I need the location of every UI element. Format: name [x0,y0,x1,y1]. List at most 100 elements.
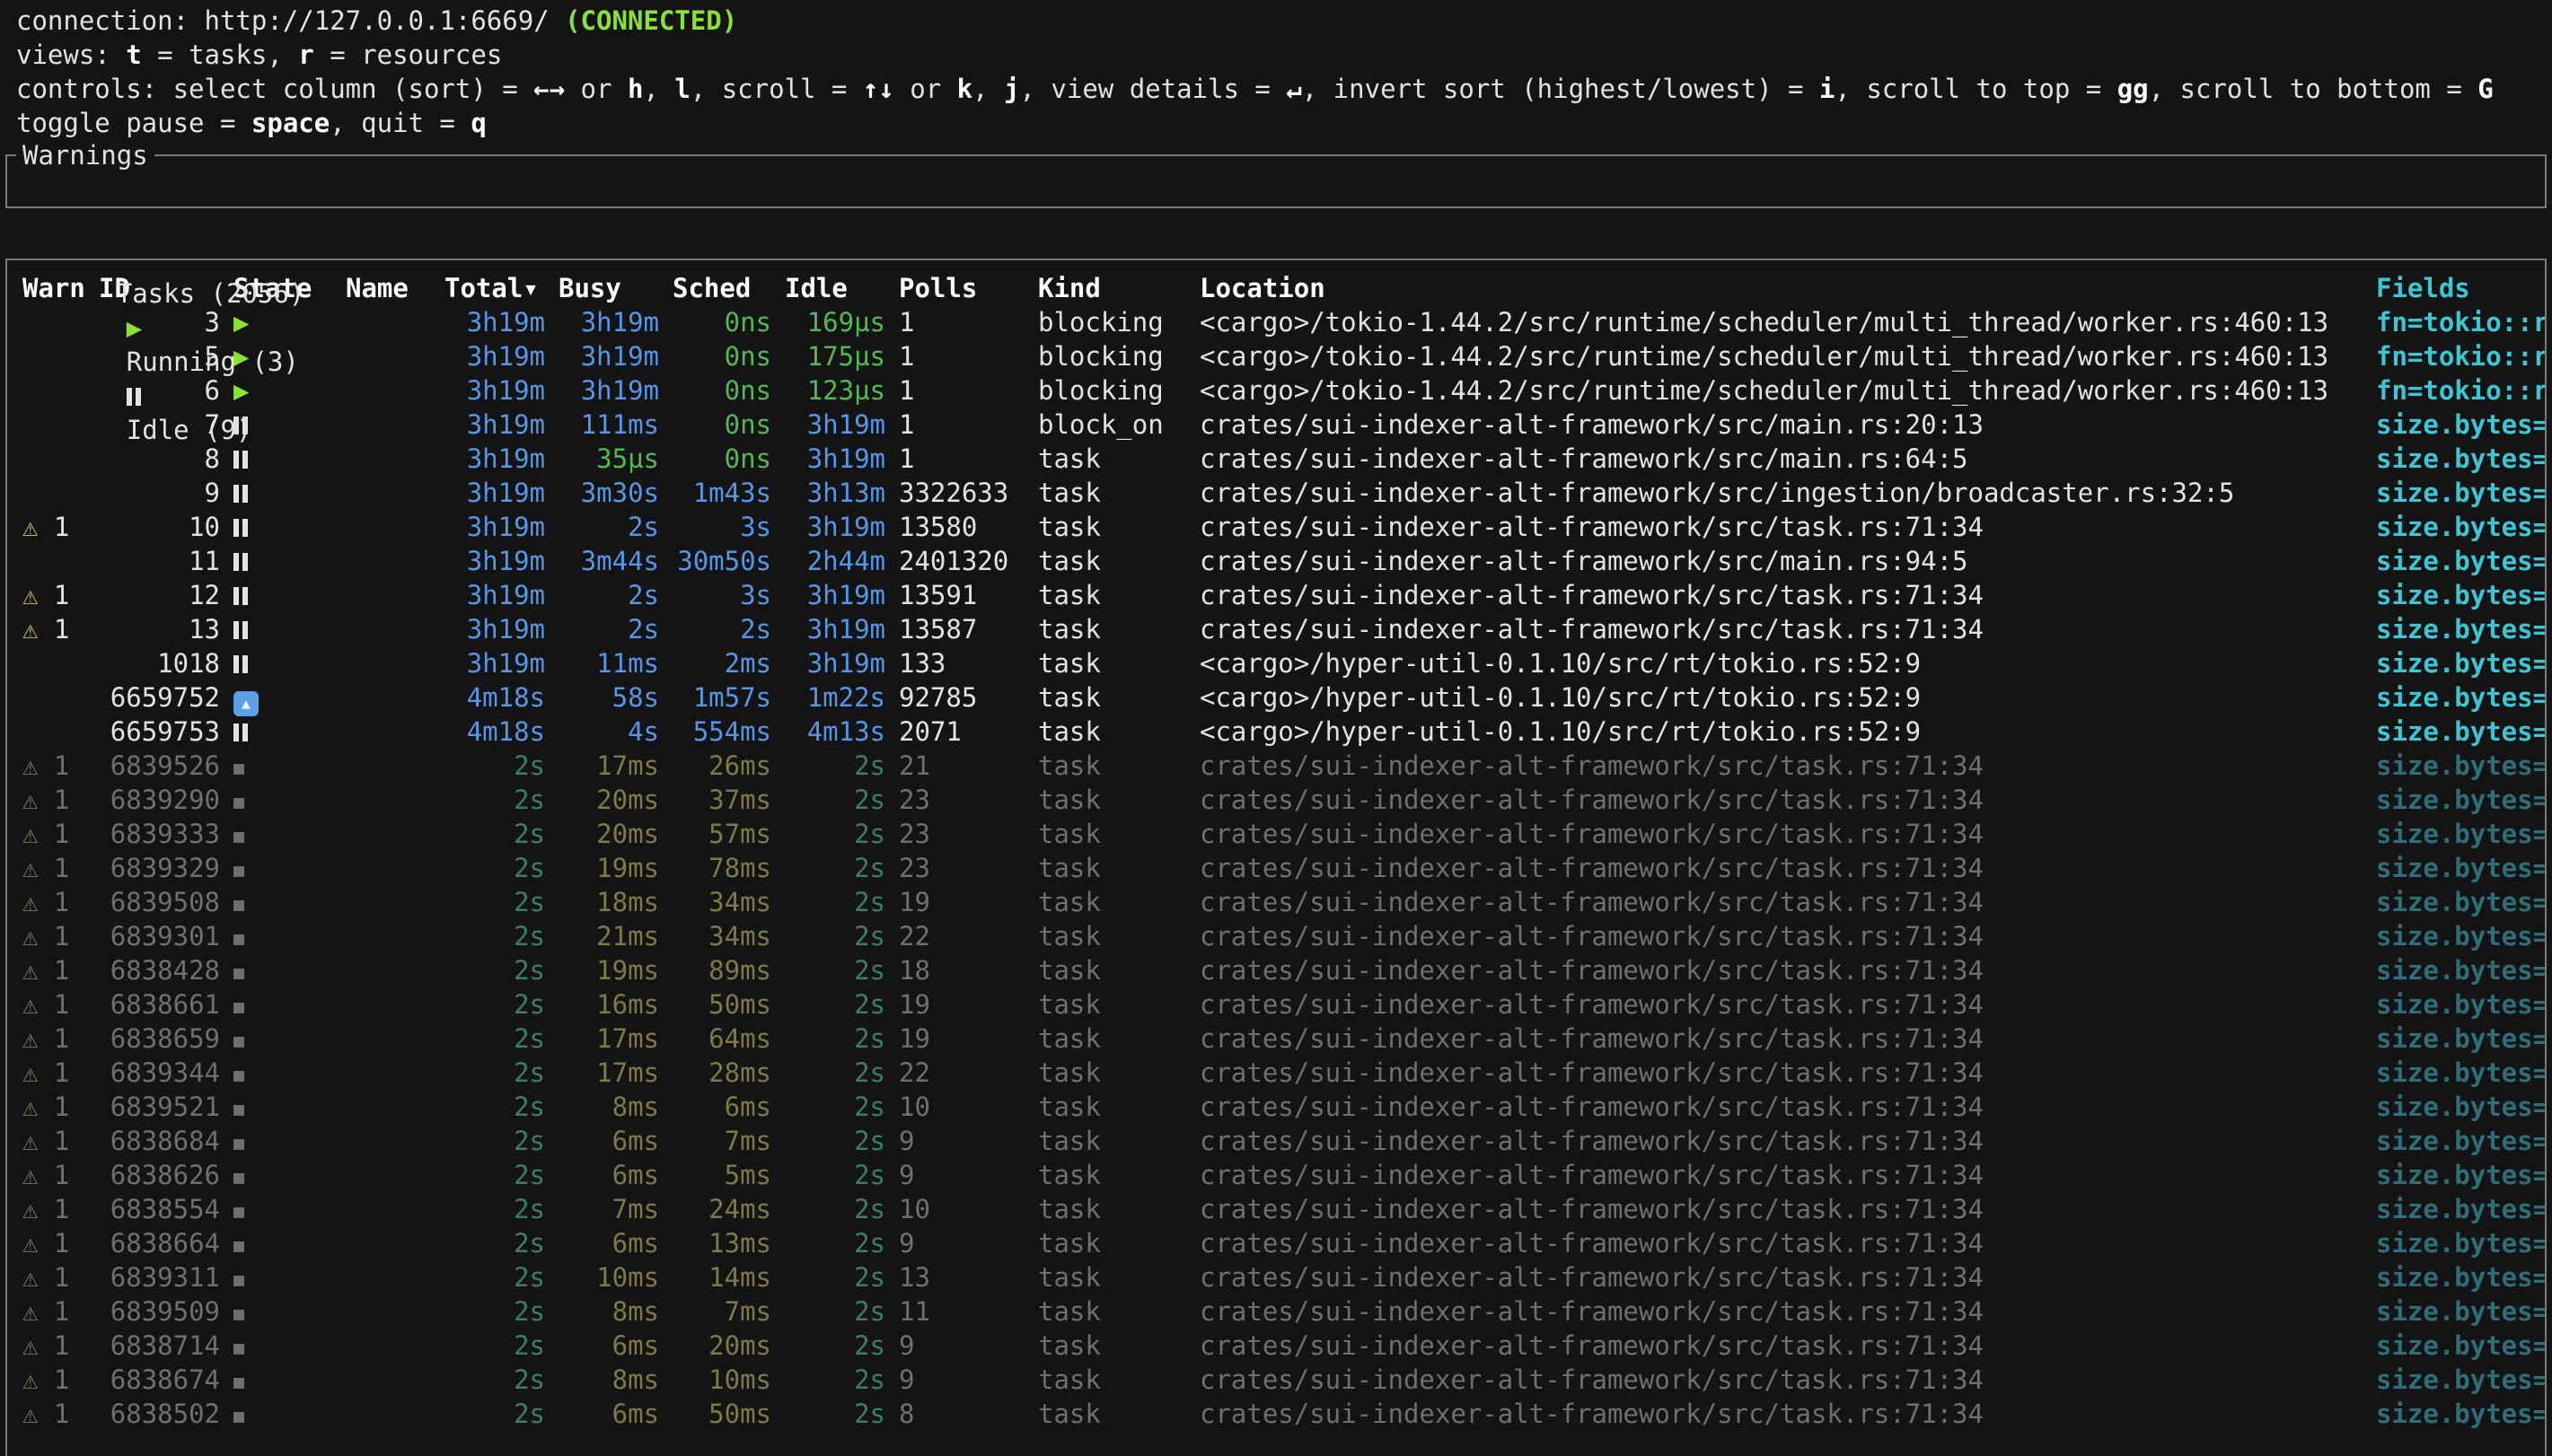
column-header-polls[interactable]: Polls [899,271,1025,305]
cell-total: 3h19m [444,339,545,373]
help-text: , [643,74,674,104]
idle-state-icon [233,553,248,571]
cell-location: crates/sui-indexer-alt-framework/src/tas… [1200,1363,2363,1397]
task-row[interactable]: 66597534m18s4s554ms4m13s2071task<cargo>/… [7,715,2545,749]
cell-id: 6838428 [99,953,220,987]
task-row[interactable]: ⚠ 16839526■2s17ms26ms2s21taskcrates/sui-… [7,749,2545,783]
cell-polls: 92785 [899,680,1025,715]
task-row[interactable]: ⚠ 1133h19m2s2s3h19m13587taskcrates/sui-i… [7,612,2545,646]
cell-location: crates/sui-indexer-alt-framework/src/ing… [1200,476,2363,510]
cell-location: <cargo>/tokio-1.44.2/src/runtime/schedul… [1200,339,2363,373]
column-header-idle[interactable]: Idle [785,271,885,305]
task-row[interactable]: ⚠ 16838664■2s6ms13ms2s9taskcrates/sui-in… [7,1226,2545,1260]
column-header-kind[interactable]: Kind [1038,271,1186,305]
key-hint: ←→ [533,74,565,104]
cell-fields: fn=tokio::r [2376,339,2545,373]
cell-sched: 1m57s [673,680,771,715]
task-row[interactable]: ⚠ 1103h19m2s3s3h19m13580taskcrates/sui-i… [7,510,2545,544]
cell-sched: 10ms [673,1363,771,1397]
cell-kind: task [1038,987,1186,1022]
task-row[interactable]: ⚠ 16838659■2s17ms64ms2s19taskcrates/sui-… [7,1022,2545,1056]
column-header-fields[interactable]: Fields [2376,271,2545,305]
task-row[interactable]: 93h19m3m30s1m43s3h13m3322633taskcrates/s… [7,476,2545,510]
task-row[interactable]: ⚠ 16839329■2s19ms78ms2s23taskcrates/sui-… [7,851,2545,885]
column-header-total[interactable]: Total▾ [444,271,545,305]
task-row[interactable]: ⚠ 16838684■2s6ms7ms2s9taskcrates/sui-ind… [7,1124,2545,1158]
warning-icon: ⚠ [22,819,38,849]
cell-warn: ⚠ 1 [22,783,85,817]
task-row[interactable]: ⚠ 16839509■2s8ms7ms2s11taskcrates/sui-in… [7,1294,2545,1329]
table-header-row: WarnIDStateNameTotal▾BusySchedIdlePollsK… [7,271,2545,305]
cell-id: 9 [99,476,220,510]
cell-busy: 6ms [559,1124,659,1158]
column-header-name[interactable]: Name [346,271,431,305]
task-row[interactable]: ⚠ 16839344■2s17ms28ms2s22taskcrates/sui-… [7,1056,2545,1090]
column-header-location[interactable]: Location [1200,271,2363,305]
task-row[interactable]: ⚠ 16839333■2s20ms57ms2s23taskcrates/sui-… [7,817,2545,851]
cell-location: <cargo>/hyper-util-0.1.10/src/rt/tokio.r… [1200,680,2363,715]
completed-state-icon: ■ [233,825,244,846]
task-row[interactable]: ⚠ 1123h19m2s3s3h19m13591taskcrates/sui-i… [7,578,2545,612]
key-hint: k [957,74,972,104]
task-row[interactable]: ⚠ 16838428■2s19ms89ms2s18taskcrates/sui-… [7,953,2545,987]
cell-id: 1018 [99,646,220,680]
task-row[interactable]: ⚠ 16839521■2s8ms6ms2s10taskcrates/sui-in… [7,1090,2545,1124]
cell-warn: ⚠ 1 [22,1192,85,1226]
cell-idle: 1m22s [785,680,885,715]
cell-sched: 7ms [673,1294,771,1329]
cell-warn: ⚠ 1 [22,1158,85,1192]
cell-state: ■ [233,1021,332,1057]
task-row[interactable]: ⚠ 16838661■2s16ms50ms2s19taskcrates/sui-… [7,987,2545,1022]
cell-state: ■ [233,1328,332,1364]
cell-fields: size.bytes= [2376,1260,2545,1294]
task-row[interactable]: ⚠ 16839311■2s10ms14ms2s13taskcrates/sui-… [7,1260,2545,1294]
cell-warn: ⚠ 1 [22,1363,85,1397]
task-row[interactable]: ⚠ 16839290■2s20ms37ms2s23taskcrates/sui-… [7,783,2545,817]
cell-total: 2s [444,953,545,987]
task-row[interactable]: 6▶3h19m3h19m0ns123µs1blocking<cargo>/tok… [7,373,2545,408]
cell-warn: ⚠ 1 [22,987,85,1022]
task-row[interactable]: ⚠ 16838502■2s6ms50ms2s8taskcrates/sui-in… [7,1397,2545,1431]
cell-kind: task [1038,1192,1186,1226]
cell-id: 6659753 [99,715,220,749]
cell-idle: 2s [785,1192,885,1226]
task-row[interactable]: 113h19m3m44s30m50s2h44m2401320taskcrates… [7,544,2545,578]
task-row[interactable]: ⚠ 16838674■2s8ms10ms2s9taskcrates/sui-in… [7,1363,2545,1397]
help-text: = resources [314,39,503,70]
task-row[interactable]: ⚠ 16838714■2s6ms20ms2s9taskcrates/sui-in… [7,1329,2545,1363]
help-text: views: [16,39,126,70]
cell-fields: size.bytes= [2376,1397,2545,1431]
task-row[interactable]: 73h19m111ms0ns3h19m1block_oncrates/sui-i… [7,408,2545,442]
cell-state [233,715,332,749]
connection-status-badge: (CONNECTED) [565,5,737,36]
task-row[interactable]: ⚠ 16838626■2s6ms5ms2s9taskcrates/sui-ind… [7,1158,2545,1192]
column-header-sched[interactable]: Sched [673,271,771,305]
cell-idle: 2s [785,1329,885,1363]
cell-total: 3h19m [444,578,545,612]
cell-id: 6838674 [99,1363,220,1397]
cell-total: 3h19m [444,612,545,646]
task-row[interactable]: 6659752▲4m18s58s1m57s1m22s92785task<carg… [7,680,2545,715]
task-row[interactable]: 5▶3h19m3h19m0ns175µs1blocking<cargo>/tok… [7,339,2545,373]
task-row[interactable]: 10183h19m11ms2ms3h19m133task<cargo>/hype… [7,646,2545,680]
cell-state [233,612,332,646]
task-row[interactable]: 83h19m35µs0ns3h19m1taskcrates/sui-indexe… [7,442,2545,476]
cell-polls: 8 [899,1397,1025,1431]
cell-total: 2s [444,1260,545,1294]
task-row[interactable]: ⚠ 16839508■2s18ms34ms2s19taskcrates/sui-… [7,885,2545,919]
idle-state-icon [233,621,248,639]
column-header-busy[interactable]: Busy [559,271,659,305]
task-row[interactable]: ⚠ 16839301■2s21ms34ms2s22taskcrates/sui-… [7,919,2545,953]
warning-item: ⚠738 tasks are 1024 bytes or larger [22,163,2545,197]
cell-id: 6839526 [99,749,220,783]
task-row[interactable]: ⚠ 16838554■2s7ms24ms2s10taskcrates/sui-i… [7,1192,2545,1226]
cell-id: 6839329 [99,851,220,885]
cell-id: 6659752 [99,680,220,715]
cell-location: crates/sui-indexer-alt-framework/src/tas… [1200,1124,2363,1158]
cell-state: ■ [233,748,332,785]
cell-id: 10 [99,510,220,544]
warning-icon: ⚠ [22,1194,38,1224]
cell-total: 2s [444,1158,545,1192]
task-row[interactable]: 3▶3h19m3h19m0ns169µs1blocking<cargo>/tok… [7,305,2545,339]
cell-kind: task [1038,1090,1186,1124]
